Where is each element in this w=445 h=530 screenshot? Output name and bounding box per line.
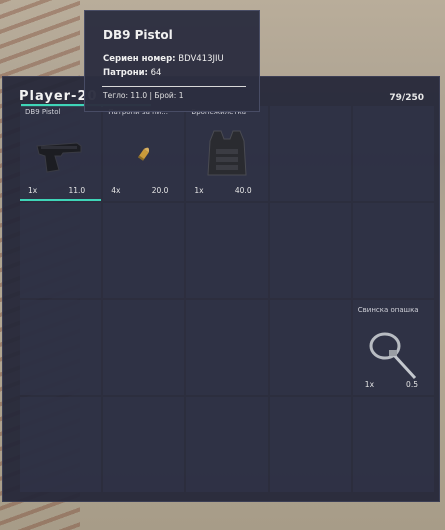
ammo-icon: [137, 147, 149, 161]
inventory-slot-empty[interactable]: [20, 203, 102, 298]
inventory-slot-empty[interactable]: [20, 397, 102, 492]
slot-quantity: 1x: [194, 186, 204, 195]
slot-quantity: 1x: [364, 380, 375, 389]
inventory-slot-empty[interactable]: [20, 300, 102, 395]
inventory-slot-zip-tie[interactable]: Свинска опашка 1x 0.5: [352, 300, 434, 395]
inventory-slot-ammo[interactable]: Патрони за пи... 4x 20.0: [103, 106, 185, 201]
tooltip-footer: Тегло: 11.0 | Брой: 1: [103, 91, 184, 100]
inventory-capacity: 79/250: [389, 93, 424, 103]
tooltip-serial: Сериен номер: BDV413JIU: [103, 54, 224, 64]
zip-tie-icon: [369, 332, 417, 380]
inventory-slot-empty[interactable]: [186, 397, 268, 492]
inventory-slot-pistol[interactable]: DB9 Pistol 1x 11.0: [20, 106, 102, 201]
tooltip-serial-key: Сериен номер:: [103, 54, 176, 64]
tooltip-ammo-key: Патрони:: [103, 68, 148, 78]
slot-quantity: 1x: [28, 186, 38, 195]
item-tooltip: DB9 Pistol Сериен номер: BDV413JIU Патро…: [84, 10, 260, 112]
inventory-slot-empty[interactable]: [352, 106, 434, 201]
inventory-slot-empty[interactable]: [103, 300, 185, 395]
inventory-slot-armor[interactable]: Бронежилетка 1x 40.0: [186, 106, 268, 201]
inventory-slot-empty[interactable]: [186, 300, 268, 395]
inventory-slot-empty[interactable]: [103, 203, 185, 298]
inventory-slot-empty[interactable]: [352, 203, 434, 298]
inventory-slot-empty[interactable]: [352, 397, 434, 492]
slot-weight: 0.5: [406, 380, 418, 389]
inventory-slot-empty[interactable]: [186, 203, 268, 298]
tooltip-title: DB9 Pistol: [103, 28, 173, 42]
inventory-panel: Player-20 79/250 DB9 Pistol 1x 11.0 Патр…: [2, 76, 440, 502]
inventory-slot-empty[interactable]: [269, 106, 351, 201]
inventory-slot-empty[interactable]: [269, 300, 351, 395]
tooltip-serial-value: BDV413JIU: [178, 54, 224, 64]
tooltip-ammo-value: 64: [150, 68, 162, 78]
inventory-grid: DB9 Pistol 1x 11.0 Патрони за пи... 4x 2…: [20, 106, 434, 492]
body-armor-icon: [207, 130, 247, 175]
slot-weight: 40.0: [234, 186, 252, 195]
slot-weight: 11.0: [68, 186, 86, 195]
slot-quantity: 4x: [111, 186, 121, 195]
inventory-slot-empty[interactable]: [103, 397, 185, 492]
slot-label: Свинска опашка: [357, 306, 419, 314]
tooltip-ammo: Патрони: 64: [103, 68, 161, 78]
tooltip-divider: [102, 86, 246, 87]
pistol-icon: [35, 141, 82, 173]
inventory-slot-empty[interactable]: [269, 203, 351, 298]
slot-weight: 20.0: [151, 186, 169, 195]
slot-durability-bar: [20, 199, 102, 201]
inventory-slot-empty[interactable]: [269, 397, 351, 492]
